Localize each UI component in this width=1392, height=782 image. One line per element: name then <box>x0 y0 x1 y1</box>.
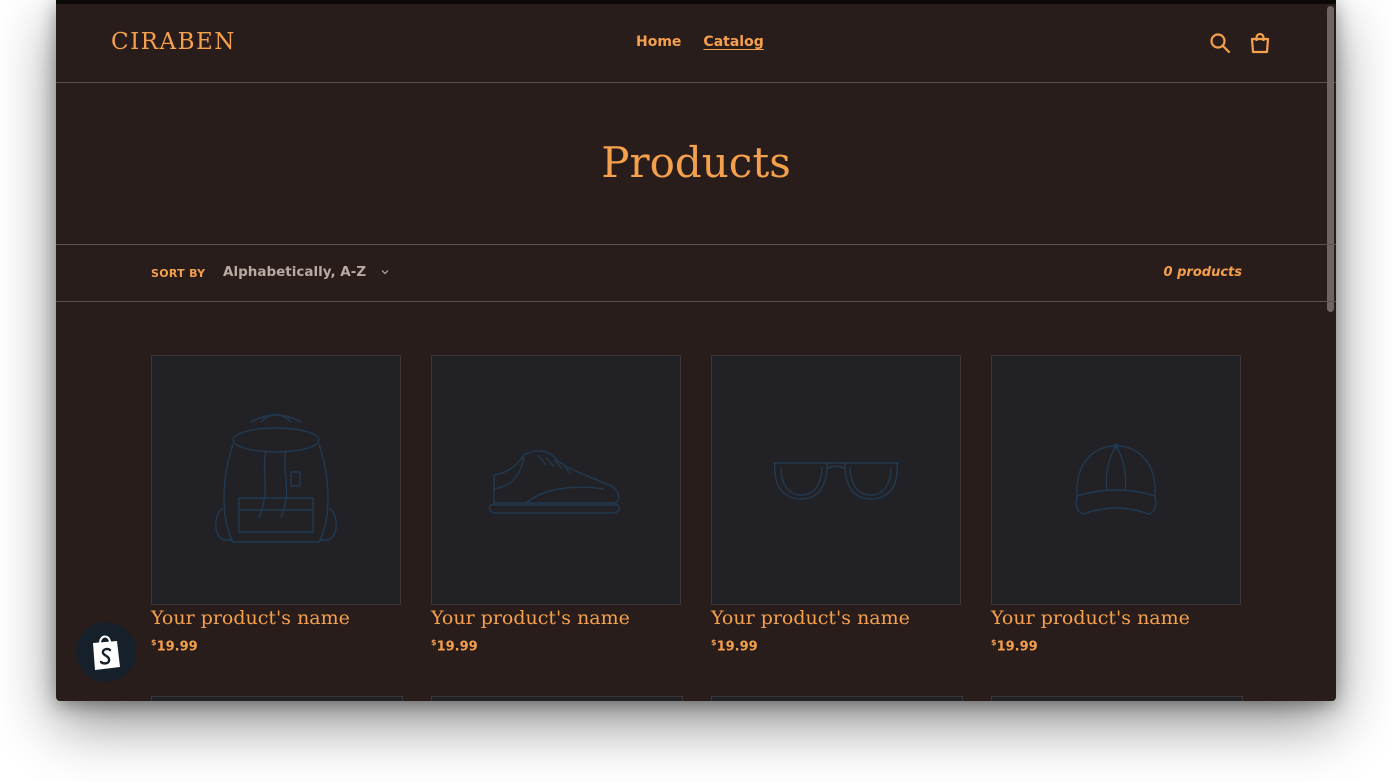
product-name[interactable]: Your product's name <box>431 607 681 629</box>
product-name[interactable]: Your product's name <box>711 607 961 629</box>
product-card[interactable]: Your product's name $19.99 <box>431 355 681 654</box>
product-image-placeholder[interactable] <box>151 355 401 605</box>
sort-by-select[interactable]: Alphabetically, A-Z <box>223 264 390 280</box>
cart-icon[interactable] <box>1249 32 1271 54</box>
site-header: CIRABEN Home Catalog <box>56 4 1336 83</box>
product-card[interactable]: Your product's name $19.99 <box>151 355 401 654</box>
product-price: $19.99 <box>711 638 758 655</box>
product-price: $19.99 <box>991 638 1038 655</box>
product-card-next-row[interactable] <box>991 696 1243 701</box>
cap-icon <box>1075 443 1157 515</box>
nav-home-link[interactable]: Home <box>636 34 681 50</box>
product-image-placeholder[interactable] <box>711 355 961 605</box>
nav-catalog-link[interactable]: Catalog <box>703 34 763 50</box>
sort-by-label: SORT BY <box>151 267 206 280</box>
backpack-icon <box>215 413 337 543</box>
product-card-next-row[interactable] <box>431 696 683 701</box>
product-card[interactable]: Your product's name $19.99 <box>711 355 961 654</box>
product-image-placeholder[interactable] <box>431 355 681 605</box>
shopify-bag-icon[interactable] <box>76 622 136 682</box>
product-card-next-row[interactable] <box>711 696 963 701</box>
product-price: $19.99 <box>431 638 478 655</box>
main-nav: Home Catalog <box>636 34 764 50</box>
product-price: $19.99 <box>151 638 198 655</box>
sunglasses-icon <box>773 462 899 500</box>
collection-filters-bar: SORT BY Alphabetically, A-Z 0 products <box>56 244 1336 302</box>
browser-window: CIRABEN Home Catalog Products SORT BY Al… <box>56 0 1336 701</box>
store-logo[interactable]: CIRABEN <box>111 29 236 55</box>
search-icon[interactable] <box>1209 32 1231 54</box>
sort-by-value: Alphabetically, A-Z <box>223 264 367 280</box>
product-card[interactable]: Your product's name $19.99 <box>991 355 1241 654</box>
chevron-down-icon <box>381 270 389 275</box>
page-title: Products <box>601 138 791 187</box>
sneaker-icon <box>488 450 621 514</box>
product-name[interactable]: Your product's name <box>151 607 401 629</box>
product-count: 0 products <box>1163 265 1242 280</box>
product-image-placeholder[interactable] <box>991 355 1241 605</box>
product-name[interactable]: Your product's name <box>991 607 1241 629</box>
product-card-next-row[interactable] <box>151 696 403 701</box>
